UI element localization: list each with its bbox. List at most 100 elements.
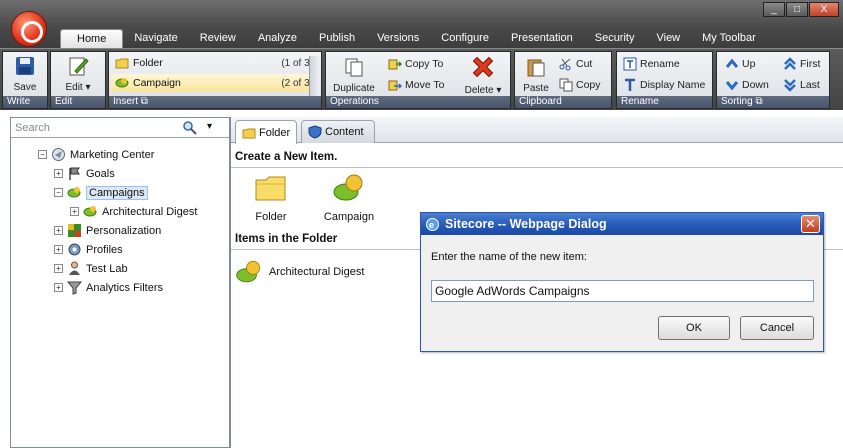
folder-icon [255,176,286,201]
collapse-icon[interactable]: − [38,150,47,159]
collapse-icon[interactable]: − [54,188,63,197]
tab-folder[interactable]: Folder [235,120,298,144]
sorting-footer-text: Sorting [721,96,753,107]
insert-campaign-option[interactable]: Campaign (2 of 3) [111,74,317,92]
svg-text:e: e [429,220,434,230]
tree-item-label: Personalization [86,224,162,237]
copy-to-button[interactable]: Copy To [388,57,443,71]
tab-view[interactable]: View [645,29,691,48]
sort-first-label: First [800,58,821,70]
sort-down-label: Down [742,79,769,91]
dialog-launcher-icon[interactable]: ⧉ [755,96,762,107]
new-item-dialog: e Sitecore -- Webpage Dialog ✕ Enter the… [420,212,824,352]
dialog-prompt: Enter the name of the new item: [431,251,587,263]
edit-group: Edit ▾ Edit [50,51,106,109]
sorting-group-label: Sorting ⧉ [717,96,829,108]
paste-label: Paste [523,83,549,94]
tab-review[interactable]: Review [189,29,247,48]
sitecore-logo-icon[interactable] [11,11,47,47]
create-folder-tile[interactable]: Folder [249,173,293,223]
cancel-button[interactable]: Cancel [740,316,814,340]
clipboard-group-label: Clipboard [515,96,611,108]
expand-icon[interactable]: + [54,245,63,254]
tab-security[interactable]: Security [584,29,646,48]
folder-item-architectural-digest[interactable]: Architectural Digest [235,259,364,285]
dialog-close-button[interactable]: ✕ [801,215,820,233]
tree-item-personalization[interactable]: + Personalization [54,223,161,238]
tab-content[interactable]: Content [301,120,375,143]
search-icon[interactable] [183,121,197,135]
sort-last-button[interactable]: Last [783,78,820,92]
campaign-icon [83,206,97,217]
tab-versions[interactable]: Versions [366,29,430,48]
expand-icon[interactable]: + [54,264,63,273]
cut-button[interactable]: Cut [559,57,592,71]
tree-item-profiles[interactable]: + Profiles [54,242,123,257]
tab-configure[interactable]: Configure [430,29,500,48]
window-controls: _ □ X [763,2,839,17]
sort-down-button[interactable]: Down [725,78,769,92]
paste-button[interactable]: Paste [519,56,553,94]
chevron-down-icon[interactable]: ▾ [207,121,212,132]
write-group: Save Write [2,51,48,109]
expand-icon[interactable]: + [54,169,63,178]
sort-first-button[interactable]: First [783,57,820,71]
insert-campaign-label: Campaign [133,77,181,89]
tree-item-architectural-digest[interactable]: + Architectural Digest [70,204,197,219]
save-button[interactable]: Save [9,55,41,93]
tree-item-campaigns[interactable]: − Campaigns [54,185,148,200]
minimize-button[interactable]: _ [763,2,785,17]
campaign-icon [236,260,261,283]
move-to-icon [388,80,402,91]
personalization-icon [68,224,81,237]
create-folder-label: Folder [255,211,287,223]
new-item-name-input[interactable] [431,280,814,302]
dialog-launcher-icon[interactable]: ⧉ [141,96,148,107]
rename-button[interactable]: Rename [623,57,680,71]
create-campaign-tile[interactable]: Campaign [321,173,377,223]
tree-item-goals[interactable]: + Goals [54,166,115,181]
tab-analyze[interactable]: Analyze [247,29,308,48]
tree-item-label: Profiles [86,243,123,256]
double-arrow-up-icon [784,57,796,70]
ok-button[interactable]: OK [658,316,730,340]
edit-button[interactable]: Edit ▾ [59,55,97,93]
expand-icon[interactable]: + [54,283,63,292]
divider [231,167,843,168]
create-campaign-label: Campaign [323,211,375,223]
expand-icon[interactable]: + [54,226,63,235]
operations-group-label: Operations [326,96,510,108]
insert-folder-option[interactable]: Folder (1 of 3) [111,54,317,72]
search-placeholder: Search [15,122,50,134]
insert-folder-label: Folder [133,57,163,69]
save-label: Save [13,82,37,93]
move-to-button[interactable]: Move To [388,78,445,92]
tree-item-label: Marketing Center [70,148,155,161]
expand-icon[interactable]: + [70,207,79,216]
tree-item-label: Architectural Digest [102,205,198,218]
duplicate-label: Duplicate [333,83,375,94]
tab-presentation[interactable]: Presentation [500,29,584,48]
tab-home[interactable]: Home [60,29,124,48]
search-box[interactable]: Search ▾ [11,118,229,138]
delete-x-icon [472,56,494,78]
sort-up-button[interactable]: Up [725,57,755,71]
display-name-button[interactable]: Display Name [623,78,705,92]
tab-my-toolbar[interactable]: My Toolbar [691,29,767,48]
insert-gallery-scrollbar[interactable] [309,56,320,96]
display-name-icon [625,78,635,91]
tree-item-analytics-filters[interactable]: + Analytics Filters [54,280,163,295]
ribbon-tabs: Home Navigate Review Analyze Publish Ver… [60,29,767,48]
scissors-icon [559,58,571,71]
tree-item-marketing-center[interactable]: − Marketing Center [38,147,154,162]
rename-group-label: Rename [617,96,712,108]
tree-item-test-lab[interactable]: + Test Lab [54,261,128,276]
items-in-folder-heading: Items in the Folder [235,233,338,245]
tab-publish[interactable]: Publish [308,29,366,48]
delete-button[interactable]: Delete ▾ [458,54,508,96]
duplicate-button[interactable]: Duplicate [330,56,378,94]
copy-button[interactable]: Copy [559,78,601,92]
close-window-button[interactable]: X [809,2,839,17]
tab-navigate[interactable]: Navigate [123,29,188,48]
maximize-button[interactable]: □ [786,2,808,17]
